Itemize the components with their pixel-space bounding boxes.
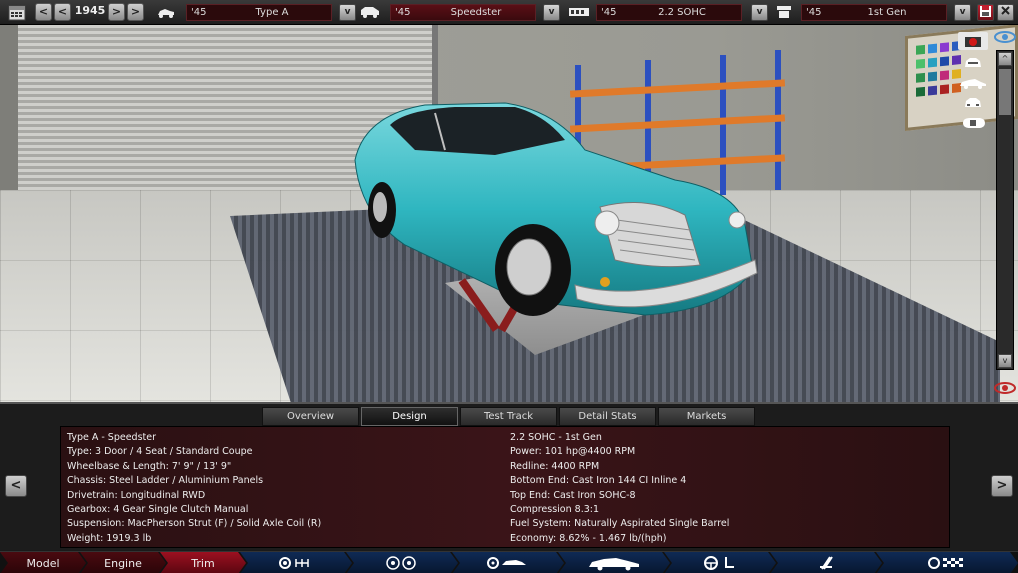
engine-redline: Redline: 4400 RPM	[510, 460, 600, 472]
test-track-icon	[927, 555, 967, 571]
scroll-thumb[interactable]	[999, 69, 1011, 115]
body-design-icon	[586, 555, 642, 571]
suspension-icon	[486, 556, 530, 570]
year-prev-fast-button[interactable]: <	[35, 3, 52, 21]
car-drivetrain: Drivetrain: Longitudinal RWD	[67, 489, 206, 501]
car-weight: Weight: 1919.3 lb	[67, 532, 152, 544]
car-suspension: Suspension: MacPherson Strut (F) / Solid…	[67, 518, 322, 530]
engine-family-name: 1st Gen	[867, 7, 907, 18]
engine-block-icon	[566, 2, 592, 22]
camera-view-panel	[958, 30, 992, 160]
trim-selector[interactable]: '45 Speedster	[390, 4, 536, 21]
info-tabs: Overview Design Test Track Detail Stats …	[262, 407, 758, 426]
engine-title: 2.2 SOHC - 1st Gen	[510, 432, 602, 443]
engine-year: '45	[601, 7, 617, 18]
nav-engine[interactable]: Engine	[80, 552, 166, 573]
car-wheelbase: Wheelbase & Length: 7' 9" / 13' 9"	[67, 460, 232, 472]
view-scrollbar[interactable]: ^ v	[996, 50, 1014, 370]
camera-view-icon[interactable]	[958, 32, 988, 50]
scroll-up-button[interactable]: ^	[998, 52, 1012, 66]
car-title: Type A - Speedster	[67, 432, 157, 443]
engine-power: Power: 101 hp@4400 RPM	[510, 446, 636, 458]
nav-interior[interactable]	[664, 552, 776, 573]
engine-family-icon	[773, 2, 795, 22]
nav-gearbox[interactable]	[240, 552, 352, 573]
save-icon[interactable]	[977, 4, 994, 21]
nav-test-track[interactable]	[876, 552, 1018, 573]
tab-markets[interactable]: Markets	[658, 407, 755, 426]
model-year: '45	[191, 7, 207, 18]
calendar-icon[interactable]	[6, 2, 28, 22]
engine-spec-column: 2.2 SOHC - 1st Gen Power: 101 hp@4400 RP…	[510, 431, 729, 546]
car-designer-screen: < < 1945 > > '45 Type A v '45 Speedster …	[0, 0, 1018, 573]
tab-test-track[interactable]: Test Track	[460, 407, 557, 426]
top-toolbar: < < 1945 > > '45 Type A v '45 Speedster …	[0, 0, 1018, 25]
side-view-icon[interactable]	[958, 74, 988, 92]
engine-family-dropdown-button[interactable]: v	[954, 4, 971, 21]
front-view-icon[interactable]	[958, 54, 988, 72]
car-body	[354, 102, 758, 316]
visibility-toggle-icon[interactable]	[994, 29, 1016, 43]
car-spec-column: Type A - Speedster Type: 3 Door / 4 Seat…	[67, 431, 321, 546]
year-prev-button[interactable]: <	[54, 3, 71, 21]
design-summary: Type A - Speedster Type: 3 Door / 4 Seat…	[60, 426, 950, 548]
engine-fuel-system: Fuel System: Naturally Aspirated Single …	[510, 518, 730, 530]
tab-overview[interactable]: Overview	[262, 407, 359, 426]
safety-icon	[816, 555, 836, 571]
model-dropdown-button[interactable]: v	[339, 4, 356, 21]
engine-bottom-end: Bottom End: Cast Iron 144 CI Inline 4	[510, 475, 687, 487]
car-gearbox: Gearbox: 4 Gear Single Clutch Manual	[67, 503, 249, 515]
trim-dropdown-button[interactable]: v	[543, 4, 560, 21]
car-type: Type: 3 Door / 4 Seat / Standard Coupe	[67, 446, 253, 458]
info-prev-button[interactable]: <	[5, 475, 27, 497]
engine-name: 2.2 SOHC	[658, 7, 706, 18]
engine-selector[interactable]: '45 2.2 SOHC	[596, 4, 742, 21]
van-icon	[359, 2, 381, 22]
engine-economy: Economy: 8.62% - 1.467 lb/(hph)	[510, 532, 667, 544]
nav-safety[interactable]	[770, 552, 882, 573]
car-body-icon	[155, 2, 177, 22]
bottom-navigation: Model Engine Trim	[0, 551, 1018, 573]
top-view-icon[interactable]	[958, 114, 988, 132]
tab-detail-stats[interactable]: Detail Stats	[559, 407, 656, 426]
nav-wheels[interactable]	[346, 552, 458, 573]
rear-view-icon[interactable]	[958, 94, 988, 112]
interior-icon	[702, 555, 738, 571]
close-icon[interactable]	[997, 4, 1014, 21]
trim-year: '45	[395, 7, 411, 18]
nav-model[interactable]: Model	[0, 552, 86, 573]
year-display: 1945	[74, 4, 106, 17]
garage-3d-viewport[interactable]: ^ v	[0, 25, 1018, 402]
car-model[interactable]	[345, 95, 765, 375]
nav-trim[interactable]: Trim	[160, 552, 246, 573]
model-name: Type A	[255, 7, 289, 18]
engine-top-end: Top End: Cast Iron SOHC-8	[510, 489, 636, 501]
model-selector[interactable]: '45 Type A	[186, 4, 332, 21]
engine-dropdown-button[interactable]: v	[751, 4, 768, 21]
engine-compression: Compression 8.3:1	[510, 503, 600, 515]
year-next-button[interactable]: >	[108, 3, 125, 21]
info-next-button[interactable]: >	[991, 475, 1013, 497]
engine-family-selector[interactable]: '45 1st Gen	[801, 4, 947, 21]
eye-icon[interactable]	[994, 380, 1016, 394]
year-next-fast-button[interactable]: >	[127, 3, 144, 21]
tab-design[interactable]: Design	[361, 407, 458, 426]
gearbox-icon	[278, 556, 314, 570]
wheels-icon	[384, 556, 420, 570]
nav-suspension[interactable]	[452, 552, 564, 573]
engine-family-year: '45	[806, 7, 822, 18]
trim-name: Speedster	[450, 7, 502, 18]
nav-body-design[interactable]	[558, 552, 670, 573]
scroll-down-button[interactable]: v	[998, 354, 1012, 368]
info-panel: Overview Design Test Track Detail Stats …	[0, 402, 1018, 550]
car-chassis: Chassis: Steel Ladder / Aluminium Panels	[67, 475, 264, 487]
